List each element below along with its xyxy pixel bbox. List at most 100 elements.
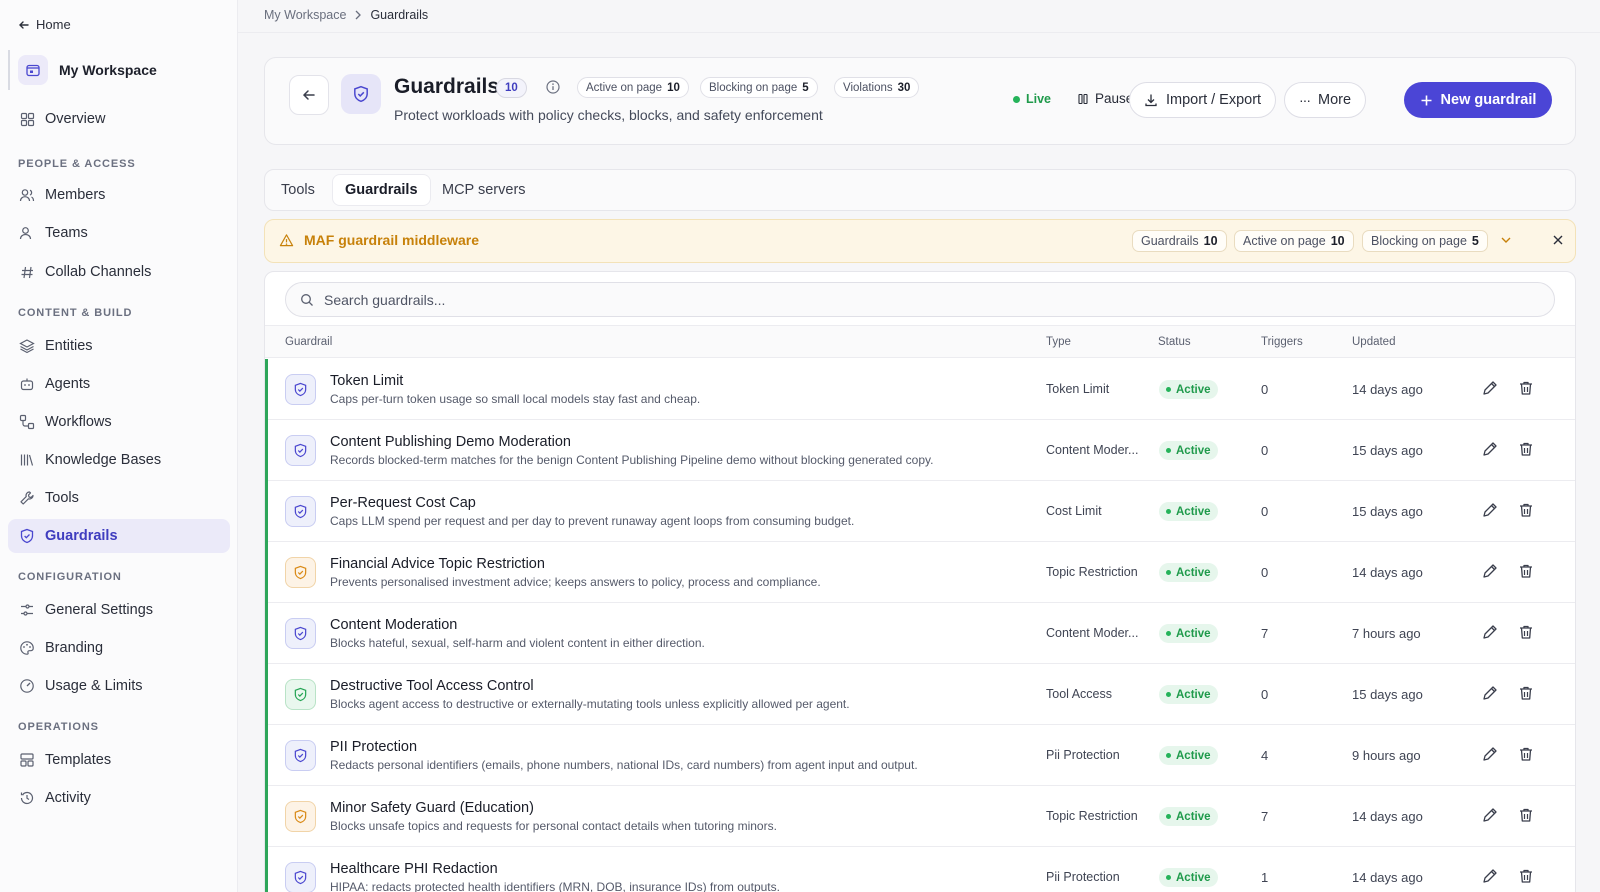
trigger-count: 7 (1261, 626, 1269, 641)
pencil-icon[interactable] (1481, 501, 1499, 519)
chevron-down-icon[interactable] (1499, 233, 1513, 247)
table-row[interactable]: Per-Request Cost Cap Caps LLM spend per r… (265, 481, 1575, 542)
column-header-status[interactable]: Status (1158, 336, 1191, 348)
pencil-icon[interactable] (1481, 806, 1499, 824)
guardrail-name[interactable]: Token Limit (330, 373, 403, 389)
stat-value: 30 (897, 81, 911, 94)
status-dot (1166, 570, 1171, 575)
column-header-updated[interactable]: Updated (1352, 336, 1395, 348)
close-icon[interactable] (1551, 233, 1565, 247)
home-label: Home (36, 17, 71, 32)
sidebar-item-members[interactable]: Members (8, 178, 230, 212)
more-button[interactable]: ··· More (1284, 82, 1367, 118)
guardrail-name[interactable]: Financial Advice Topic Restriction (330, 556, 545, 572)
sidebar-item-usage-limits[interactable]: Usage & Limits (8, 669, 230, 703)
sidebar-item-general-settings[interactable]: General Settings (8, 593, 230, 627)
trigger-count: 1 (1261, 870, 1269, 885)
back-button[interactable] (289, 75, 329, 115)
status-label: Active (1176, 383, 1211, 396)
sidebar-item-templates[interactable]: Templates (8, 743, 230, 777)
info-icon[interactable] (545, 79, 561, 95)
pause-button[interactable]: Pause (1077, 91, 1133, 106)
sliders-icon (18, 601, 36, 619)
pencil-icon[interactable] (1481, 867, 1499, 885)
sidebar-item-workflows[interactable]: Workflows (8, 405, 230, 439)
home-link[interactable]: Home (18, 17, 71, 32)
banner-stat-active-on-page: Active on page 10 (1234, 230, 1354, 252)
guardrail-type: Tool Access (1046, 687, 1113, 701)
table-row[interactable]: Content Publishing Demo Moderation Record… (265, 420, 1575, 481)
guardrail-name[interactable]: Destructive Tool Access Control (330, 678, 534, 694)
trash-icon[interactable] (1517, 623, 1535, 641)
column-header-type[interactable]: Type (1046, 336, 1071, 348)
guardrail-name[interactable]: Per-Request Cost Cap (330, 495, 476, 511)
sidebar-item-branding[interactable]: Branding (8, 631, 230, 665)
arrow-left-icon (19, 20, 29, 29)
warning-icon (279, 233, 294, 246)
trash-icon[interactable] (1517, 684, 1535, 702)
workspace-name: My Workspace (59, 62, 157, 78)
sidebar-item-overview[interactable]: Overview (8, 102, 230, 136)
tab-mcp-servers[interactable]: MCP servers (430, 175, 538, 205)
shield-icon (18, 527, 36, 545)
tab-guardrails[interactable]: Guardrails (333, 175, 430, 205)
tab-tools[interactable]: Tools (269, 175, 327, 205)
table-row[interactable]: Content Moderation Blocks hateful, sexual… (265, 603, 1575, 664)
sidebar-item-tools[interactable]: Tools (8, 481, 230, 515)
page-subtitle: Protect workloads with policy checks, bl… (394, 107, 823, 123)
table-row[interactable]: PII Protection Redacts personal identifie… (265, 725, 1575, 786)
guardrail-name[interactable]: PII Protection (330, 739, 417, 755)
status-dot (1166, 387, 1171, 392)
pencil-icon[interactable] (1481, 562, 1499, 580)
pencil-icon[interactable] (1481, 745, 1499, 763)
stat-value: 5 (1471, 234, 1479, 248)
trash-icon[interactable] (1517, 806, 1535, 824)
breadcrumb-root[interactable]: My Workspace (264, 8, 346, 22)
tab-bar: Tools Guardrails MCP servers (264, 169, 1576, 211)
table-row[interactable]: Destructive Tool Access Control Blocks ag… (265, 664, 1575, 725)
pencil-icon[interactable] (1481, 684, 1499, 702)
table-row[interactable]: Financial Advice Topic Restriction Preven… (265, 542, 1575, 603)
sidebar: Home My Workspace Overview PEOPLE & ACCE… (0, 0, 238, 892)
sidebar-item-teams[interactable]: Teams (8, 216, 230, 250)
sidebar-item-agents[interactable]: Agents (8, 367, 230, 401)
table-row[interactable]: Healthcare PHI Redaction HIPAA: redacts p… (265, 847, 1575, 892)
stat-violations: Violations 30 (834, 77, 920, 98)
import-export-button[interactable]: Import / Export (1129, 82, 1277, 118)
trash-icon[interactable] (1517, 440, 1535, 458)
sidebar-item-collab-channels[interactable]: Collab Channels (8, 255, 230, 289)
trash-icon[interactable] (1517, 379, 1535, 397)
trash-icon[interactable] (1517, 562, 1535, 580)
pencil-icon[interactable] (1481, 379, 1499, 397)
column-header-triggers[interactable]: Triggers (1261, 336, 1303, 348)
table-row[interactable]: Minor Safety Guard (Education) Blocks uns… (265, 786, 1575, 847)
pencil-icon[interactable] (1481, 623, 1499, 641)
sidebar-item-label: Members (45, 187, 106, 203)
sidebar-item-label: General Settings (45, 602, 154, 618)
status-label: Active (1176, 810, 1211, 823)
table-row[interactable]: Token Limit Caps per-turn token usage so … (265, 359, 1575, 420)
search-input[interactable] (324, 291, 1524, 308)
column-header-guardrail[interactable]: Guardrail (285, 336, 332, 348)
new-guardrail-button[interactable]: New guardrail (1404, 82, 1552, 118)
search-box[interactable] (285, 282, 1555, 317)
guardrail-name[interactable]: Minor Safety Guard (Education) (330, 800, 534, 816)
live-label: Live (1026, 92, 1052, 106)
sidebar-item-knowledge-bases[interactable]: Knowledge Bases (8, 443, 230, 477)
workspace-switcher[interactable]: My Workspace (8, 50, 230, 90)
guardrail-name[interactable]: Healthcare PHI Redaction (330, 861, 498, 877)
updated-time: 15 days ago (1352, 687, 1423, 702)
sidebar-item-entities[interactable]: Entities (8, 329, 230, 363)
trigger-count: 7 (1261, 809, 1269, 824)
sidebar-item-activity[interactable]: Activity (8, 781, 230, 815)
sidebar-item-guardrails[interactable]: Guardrails (8, 519, 230, 553)
trash-icon[interactable] (1517, 867, 1535, 885)
gauge-icon (18, 677, 36, 695)
guardrail-name[interactable]: Content Publishing Demo Moderation (330, 434, 571, 450)
trash-icon[interactable] (1517, 745, 1535, 763)
trash-icon[interactable] (1517, 501, 1535, 519)
guardrail-name[interactable]: Content Moderation (330, 617, 457, 633)
banner-title-group[interactable]: MAF guardrail middleware (279, 232, 479, 248)
trigger-count: 0 (1261, 565, 1269, 580)
pencil-icon[interactable] (1481, 440, 1499, 458)
